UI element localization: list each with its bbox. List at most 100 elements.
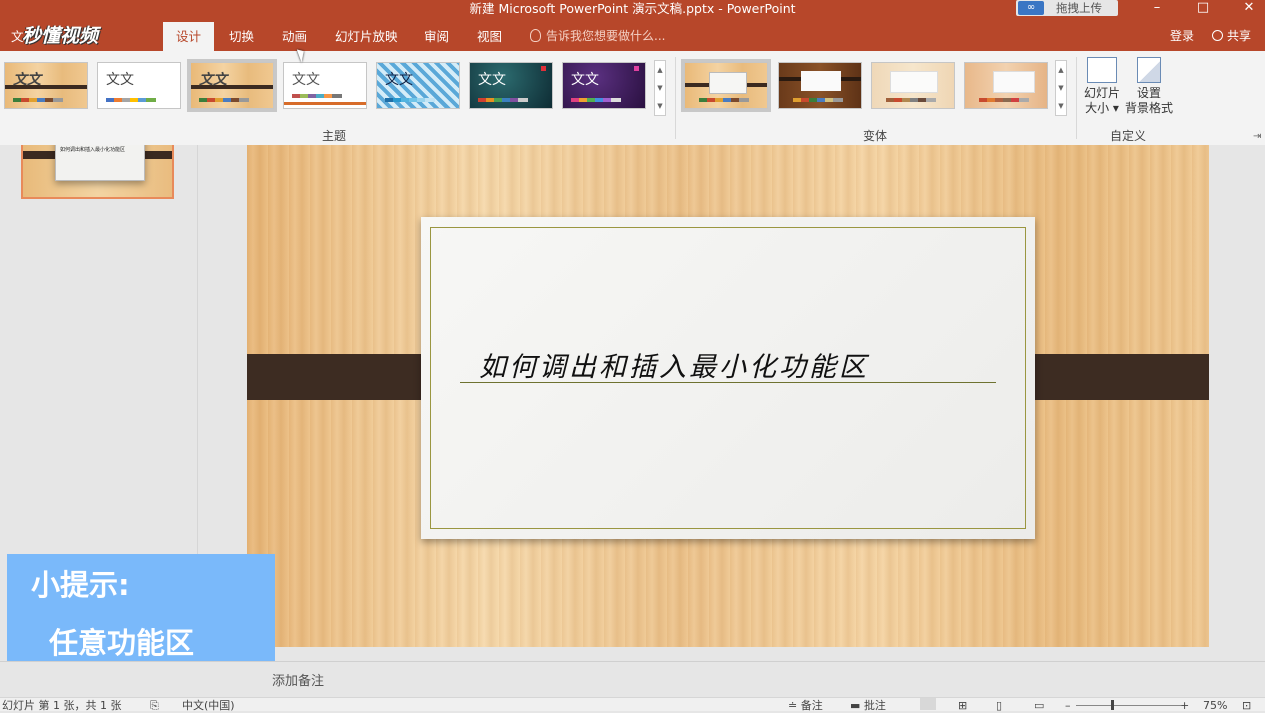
format-background-icon: [1137, 57, 1161, 83]
format-background-button[interactable]: 设置 背景格式: [1124, 57, 1174, 116]
tab-slideshow[interactable]: 幻灯片放映: [335, 22, 398, 51]
tab-view[interactable]: 视图: [477, 22, 502, 51]
theme-sample-text: 文文: [571, 72, 599, 88]
tab-design[interactable]: 设计: [163, 22, 214, 51]
theme-sample-text: 文文: [13, 72, 41, 88]
slide-size-button[interactable]: 幻灯片 大小 ▾: [1078, 57, 1126, 116]
gallery-more-icon[interactable]: ▼: [655, 97, 665, 115]
zoom-in-button[interactable]: +: [1180, 698, 1189, 713]
variant-card: [890, 71, 938, 93]
theme-thumbnail[interactable]: 文文: [469, 62, 553, 109]
group-separator: [1076, 57, 1077, 139]
normal-view-icon[interactable]: [920, 698, 936, 710]
share-label: 共享: [1227, 29, 1252, 43]
tab-animations[interactable]: 动画: [282, 22, 307, 51]
variant-colors: [699, 98, 749, 102]
variant-thumbnail[interactable]: [871, 62, 955, 109]
format-background-label: 设置: [1136, 86, 1161, 100]
fit-slide-icon[interactable]: ⊡: [1242, 698, 1251, 713]
theme-accent: [634, 66, 639, 71]
format-background-label-2: 背景格式: [1124, 101, 1173, 115]
variant-colors: [793, 98, 843, 102]
slide-canvas[interactable]: 如何调出和插入最小化功能区: [247, 145, 1209, 647]
person-icon: [1212, 30, 1223, 41]
tab-review[interactable]: 审阅: [424, 22, 449, 51]
themes-gallery-scroll[interactable]: ▲ ▼ ▼: [654, 60, 666, 116]
theme-colors: [385, 98, 435, 102]
zoom-out-button[interactable]: –: [1065, 698, 1071, 713]
variant-colors: [886, 98, 936, 102]
left-strap: [247, 354, 441, 400]
theme-colors: [292, 94, 342, 98]
theme-thumbnail[interactable]: 文文: [376, 62, 460, 109]
variant-card: [709, 72, 747, 94]
ribbon-panel: 文文 文文 文文 文文 文文 文文 文文 ▲ ▼ ▼ 主题 ▲ ▼ ▼ 变体 幻…: [0, 51, 1265, 146]
slide-counter: 幻灯片 第 1 张，共 1 张: [2, 699, 122, 712]
cloud-icon: ∞: [1018, 1, 1044, 15]
lightbulb-icon: [530, 29, 541, 42]
variant-thumbnail[interactable]: [778, 62, 862, 109]
tell-me-search[interactable]: 告诉我您想要做什么...: [530, 22, 665, 51]
tab-transitions[interactable]: 切换: [229, 22, 254, 51]
thumb-strap: [23, 151, 57, 159]
slide-size-label: 幻灯片: [1083, 86, 1120, 100]
variants-gallery-scroll[interactable]: ▲ ▼ ▼: [1055, 60, 1067, 116]
slideshow-view-icon[interactable]: ▭: [1034, 698, 1044, 713]
tell-me-text: 告诉我您想要做什么...: [546, 29, 666, 43]
slide-size-label-2: 大小 ▾: [1085, 101, 1119, 115]
share-button[interactable]: 共享: [1212, 22, 1251, 51]
login-link[interactable]: 登录: [1170, 22, 1194, 51]
theme-colors: [13, 98, 63, 102]
title-card: 如何调出和插入最小化功能区: [421, 217, 1035, 539]
theme-thumbnail[interactable]: 文文: [283, 62, 367, 109]
variant-colors: [979, 98, 1029, 102]
group-label-variants: 变体: [863, 129, 888, 143]
variant-card: [993, 71, 1035, 93]
thumb-title: 如何调出和插入最小化功能区: [60, 147, 126, 153]
zoom-level[interactable]: 75%: [1203, 698, 1227, 713]
ribbon-tabs: 文 秒懂视频 设计 切换 动画 幻灯片放映 审阅 视图 告诉我您想要做什么...…: [0, 22, 1265, 51]
tip-text: 任意功能区: [49, 626, 195, 660]
tip-heading: 小提示:: [31, 568, 130, 602]
theme-thumbnail-selected[interactable]: 文文: [187, 59, 277, 112]
notes-pane[interactable]: 添加备注: [0, 661, 1265, 698]
group-label-themes: 主题: [322, 129, 347, 143]
variant-card: [801, 71, 841, 91]
maximize-button[interactable]: □: [1180, 0, 1226, 18]
notes-placeholder[interactable]: 添加备注: [272, 670, 324, 689]
title-bar: 新建 Microsoft PowerPoint 演示文稿.pptx - Powe…: [0, 0, 1265, 22]
theme-colors: [106, 98, 156, 102]
theme-sample-text: 文文: [478, 72, 506, 88]
pin-ribbon-icon[interactable]: ⇥: [1253, 131, 1261, 142]
slide-thumbnail-1[interactable]: 如何调出和插入最小化功能区: [21, 145, 174, 199]
variant-thumbnail[interactable]: [964, 62, 1048, 109]
slide-title[interactable]: 如何调出和插入最小化功能区: [479, 345, 869, 384]
theme-thumbnail[interactable]: 文文: [97, 62, 181, 109]
scroll-down-icon[interactable]: ▼: [1056, 79, 1066, 97]
scroll-up-icon[interactable]: ▲: [655, 61, 665, 79]
theme-thumbnail[interactable]: 文文: [562, 62, 646, 109]
notes-toggle-button[interactable]: ≐ 备注: [788, 698, 823, 713]
gallery-more-icon[interactable]: ▼: [1056, 97, 1066, 115]
variant-thumbnail-selected[interactable]: [681, 59, 771, 112]
zoom-slider[interactable]: [1076, 705, 1181, 706]
theme-bar: [284, 102, 366, 105]
close-button[interactable]: ✕: [1226, 0, 1265, 18]
language-indicator[interactable]: 中文(中国): [182, 698, 235, 713]
scroll-up-icon[interactable]: ▲: [1056, 61, 1066, 79]
right-strap: [1015, 354, 1209, 400]
slide-size-icon: [1087, 57, 1117, 83]
theme-sample-text: 文文: [292, 72, 320, 88]
slide-sorter-icon[interactable]: ⊞: [958, 698, 967, 713]
reading-view-icon[interactable]: ▯: [996, 698, 1002, 713]
scroll-down-icon[interactable]: ▼: [655, 79, 665, 97]
zoom-slider-thumb[interactable]: [1111, 700, 1114, 710]
brand-logo: 秒懂视频: [22, 25, 99, 47]
proofing-icon[interactable]: ⎘: [150, 698, 159, 713]
theme-thumbnail[interactable]: 文文: [4, 62, 88, 109]
theme-colors: [478, 98, 528, 102]
comments-toggle-button[interactable]: ▬ 批注: [850, 698, 886, 713]
upload-button[interactable]: ∞ 拖拽上传: [1016, 0, 1118, 16]
minimize-button[interactable]: –: [1134, 0, 1180, 18]
theme-sample-text: 文文: [385, 72, 413, 88]
